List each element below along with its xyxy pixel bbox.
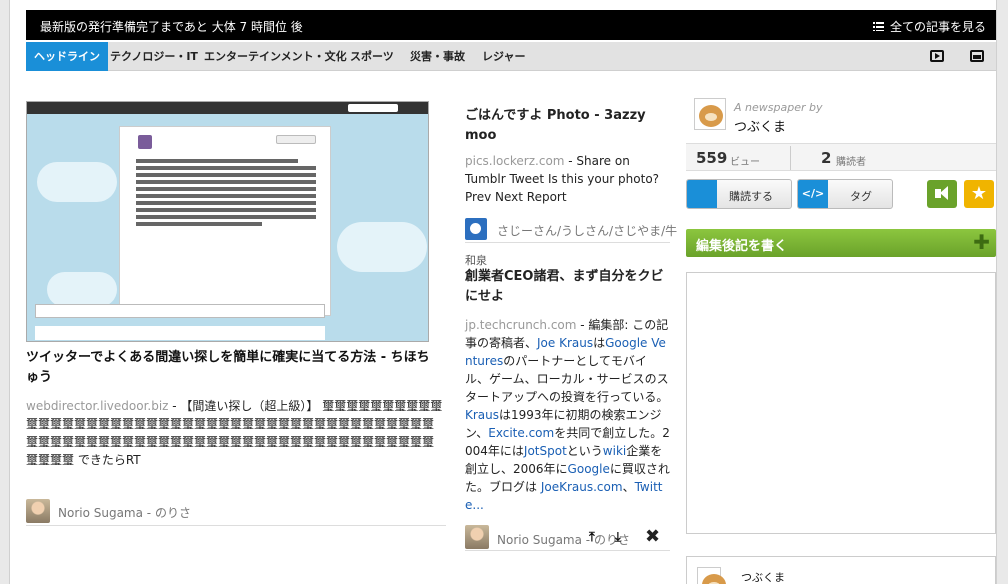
body-link[interactable]: Excite.com (488, 426, 554, 440)
body-link[interactable]: wiki (603, 444, 626, 458)
plus-icon: ✚ (973, 230, 990, 254)
owner-name[interactable]: つぶくま (741, 569, 785, 584)
list-icon (872, 22, 884, 31)
article-author: さじーさん/うしさん/さじやま/牛 (465, 216, 677, 243)
tag-button[interactable]: </> タグ (797, 179, 893, 209)
tab-disaster[interactable]: 災害・事故 (410, 42, 465, 71)
article-source[interactable]: pics.lockerz.com (465, 154, 564, 168)
tweet-text-lines (136, 159, 316, 229)
body-text: は (593, 336, 606, 350)
all-articles-link[interactable]: 全ての記事を見る (872, 18, 986, 35)
tweet-avatar (138, 135, 152, 149)
tag-label: タグ (850, 190, 872, 203)
tweet-reply-row (35, 326, 325, 340)
divider (790, 146, 791, 170)
article-excerpt: webdirector.livedoor.biz - 【間違い探し（超上級）】 … (26, 397, 444, 469)
subscribers-count: 2 (821, 149, 832, 167)
article-source[interactable]: webdirector.livedoor.biz (26, 399, 168, 413)
article-excerpt: pics.lockerz.com - Share on Tumblr Tweet… (465, 152, 670, 206)
author-name[interactable]: Norio Sugama - のりさ (497, 531, 630, 548)
code-icon: </> (798, 180, 828, 208)
subscribe-button[interactable]: 購読する (686, 179, 792, 209)
tab-entertainment[interactable]: エンターテインメント・文化 (204, 42, 347, 71)
article-author: Norio Sugama - のりさ (26, 499, 446, 526)
article-excerpt: jp.techcrunch.com - 編集部: この記事の寄稿者、Joe Kr… (465, 316, 670, 514)
body-link[interactable]: Kraus (465, 408, 499, 422)
video-icon[interactable] (930, 50, 944, 62)
article-title[interactable]: ツイッターでよくある間違い探しを簡単に確実に当てる方法 - ちほちゅう (26, 348, 441, 388)
tweet-follow-button (276, 135, 316, 144)
body-link[interactable]: Google (568, 462, 610, 476)
body-text: 、 (622, 480, 635, 494)
postscript-panel (686, 272, 996, 534)
megaphone-icon[interactable] (927, 180, 957, 208)
tab-headline[interactable]: ヘッドライン (26, 42, 108, 71)
move-down-icon[interactable]: ⤓ (615, 530, 621, 545)
subscribe-label: 購読する (729, 190, 773, 203)
thumbnail-search (348, 104, 398, 112)
newspaper-stats: 559 ビュー 2 購読者 (686, 143, 996, 171)
tab-technology[interactable]: テクノロジー・IT (110, 42, 198, 71)
body-link[interactable]: JotSpot (524, 444, 567, 458)
write-postscript-label: 編集後記を書く (696, 239, 788, 254)
article-title[interactable]: ごはんですよ Photo - 3azzy moo (465, 106, 665, 146)
owner-card: つぶくま (686, 556, 996, 584)
author-name[interactable]: Norio Sugama - のりさ (58, 504, 191, 521)
article-title[interactable]: 創業者CEO諸君、まず自分をクビにせよ (465, 267, 670, 307)
article-author: Norio Sugama - のりさ ⤒ ⤓ ✖ (465, 525, 670, 551)
bear-avatar-icon[interactable] (694, 98, 726, 130)
envelope-icon (687, 180, 717, 208)
views-count: 559 (696, 149, 728, 167)
write-postscript-button[interactable]: 編集後記を書く ✚ (686, 229, 996, 257)
avatar[interactable] (465, 525, 489, 549)
bird-icon[interactable] (465, 218, 487, 240)
author-name[interactable]: さじーさん/うしさん/さじやま/牛 (497, 222, 677, 239)
window-scrollbar[interactable] (996, 0, 1008, 584)
bear-avatar-icon[interactable] (697, 567, 726, 584)
tab-leisure[interactable]: レジャー (482, 42, 525, 71)
close-icon[interactable]: ✖ (645, 526, 660, 547)
subscribers-label: 購読者 (836, 157, 866, 168)
star-icon[interactable]: ★ (964, 180, 994, 208)
photo-icon[interactable] (970, 50, 984, 62)
article-kicker: 和泉 (465, 254, 487, 267)
newspaper-owner: A newspaper by つぶくま (686, 94, 996, 140)
cloud-shape (337, 222, 427, 272)
article-source[interactable]: jp.techcrunch.com (465, 318, 576, 332)
views-label: ビュー (730, 157, 760, 168)
body-link[interactable]: Joe Kraus (537, 336, 593, 350)
cloud-shape (37, 162, 117, 202)
window-left-edge (0, 0, 10, 584)
category-nav: ヘッドライン テクノロジー・IT エンターテインメント・文化 スポーツ 災害・事… (26, 42, 996, 71)
article-thumbnail[interactable] (26, 101, 429, 342)
publish-countdown: 最新版の発行準備完了まであと 大体 7 時間位 後 (40, 20, 303, 34)
owner-name[interactable]: つぶくま (734, 116, 786, 135)
body-text: という (566, 444, 603, 458)
cloud-shape (47, 272, 117, 307)
tweet-reply-box (35, 304, 325, 318)
all-articles-label: 全ての記事を見る (889, 20, 986, 34)
status-bar: 最新版の発行準備完了まであと 大体 7 時間位 後 全ての記事を見る (26, 10, 996, 40)
by-label: A newspaper by (734, 101, 823, 114)
tweet-card-image (119, 126, 331, 316)
avatar[interactable] (26, 499, 50, 523)
move-up-icon[interactable]: ⤒ (589, 530, 595, 545)
body-link[interactable]: JoeKraus.com (541, 480, 623, 494)
tab-sports[interactable]: スポーツ (350, 42, 394, 71)
